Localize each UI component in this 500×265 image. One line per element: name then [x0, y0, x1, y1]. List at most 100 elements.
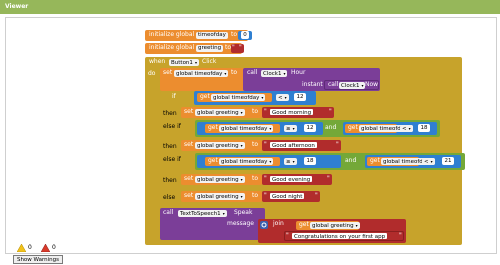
component-dropdown[interactable]: Clock1 ▾ [339, 82, 366, 89]
if-label: if [172, 93, 176, 100]
and-dropdown[interactable]: and [345, 157, 356, 165]
and-block-1[interactable]: get global timeofday ▾ ≥ ▾ 12 and get glob… [195, 120, 440, 137]
set-greeting-block[interactable]: set global greeting ▾ to [181, 140, 262, 151]
text-good-afternoon[interactable]: " Good afternoon " [262, 140, 341, 151]
to-label: to [252, 175, 259, 182]
when-label: when [149, 58, 166, 65]
var-name-field[interactable]: timeofday [196, 32, 228, 39]
init-global-greeting-block[interactable]: initialize global greeting to " " [145, 43, 244, 54]
get-label: get [299, 221, 309, 228]
component-dropdown[interactable]: TextToSpeech1 ▾ [178, 210, 227, 217]
then-label: then [163, 143, 177, 150]
var-dropdown[interactable]: global greeting ▾ [195, 193, 245, 200]
number-value[interactable]: 12 [304, 124, 316, 132]
op-dropdown[interactable]: < ▾ [276, 94, 289, 101]
op-dropdown[interactable]: < ▾ [422, 158, 435, 165]
number-value[interactable]: 0 [241, 31, 249, 39]
number-block[interactable]: 18 [415, 124, 433, 133]
compare-lt-18[interactable]: get global timeofday▾ <▾ 18 [343, 122, 437, 135]
var-dropdown[interactable]: global timeofday▾ [174, 70, 229, 77]
quote-open: " [286, 232, 289, 239]
var-dropdown[interactable]: global timeofday▾ [219, 158, 274, 165]
do-label: do [148, 70, 156, 77]
component-dropdown[interactable]: Clock1 ▾ [261, 70, 288, 77]
op-dropdown[interactable]: ≥ ▾ [284, 158, 297, 165]
set-greeting-block[interactable]: set global greeting ▾ to [181, 174, 262, 185]
compare-lt-21[interactable]: get global timeofday▾ <▾ 21 [365, 155, 461, 168]
text-congrats[interactable]: " Congratulations on your first app " [284, 231, 404, 241]
quote-close: " [399, 232, 402, 239]
join-block[interactable]: join get global greeting ▾ " Congratulati… [258, 219, 406, 243]
and-block-2[interactable]: get global timeofday ▾ ≥ ▾ 18 and get glob… [195, 153, 465, 170]
gear-icon[interactable] [260, 221, 268, 229]
else-label: else [163, 194, 176, 201]
method-name: Hour [291, 69, 306, 76]
number-block[interactable]: 18 [301, 157, 319, 166]
number-value[interactable]: 21 [442, 157, 454, 165]
get-timeofday-block[interactable]: get global timeofday▾ [367, 157, 436, 166]
var-dropdown[interactable]: global timeofday▾ [211, 94, 266, 101]
and-dropdown[interactable]: and [325, 124, 336, 132]
to-label: to [252, 192, 259, 199]
quote-close: " [329, 108, 332, 115]
call-clock-now-block[interactable]: call Clock1 ▾ Now [324, 80, 379, 90]
get-label: get [208, 124, 218, 131]
var-dropdown[interactable]: global timeofday▾ [219, 125, 274, 132]
var-dropdown[interactable]: global greeting ▾ [195, 176, 245, 183]
warning-count: 0 [28, 244, 32, 251]
text-good-morning[interactable]: " Good morning " [262, 107, 334, 118]
get-label: get [348, 124, 358, 131]
text-good-evening[interactable]: " Good evening " [262, 174, 332, 185]
set-greeting-block[interactable]: set global greeting ▾ to [181, 107, 262, 118]
init-global-timeofday-block[interactable]: initialize global timeofday to 0 [145, 30, 252, 41]
if-row[interactable]: if [160, 92, 198, 104]
text-good-night[interactable]: " Good night " [262, 191, 320, 202]
show-warnings-button[interactable]: Show Warnings [13, 255, 63, 264]
viewer-title-bar: Viewer [0, 0, 500, 14]
call-tts-speak-block[interactable]: call TextToSpeech1 ▾ Speak message [160, 208, 265, 240]
quote-close: " [315, 192, 318, 199]
var-dropdown[interactable]: global greeting ▾ [195, 142, 245, 149]
number-block[interactable]: 12 [291, 93, 309, 102]
compare-ge-12[interactable]: get global timeofday ▾ ≥ ▾ 12 [197, 122, 323, 135]
get-timeofday-block[interactable]: get global timeofday▾ [205, 124, 280, 133]
var-dropdown[interactable]: global greeting ▾ [195, 109, 245, 116]
get-timeofday-block[interactable]: get global timeofday▾ [197, 93, 272, 102]
set-label: set [184, 108, 194, 115]
set-label: set [163, 69, 173, 76]
compare-lt-12[interactable]: get global timeofday ▾ < ▾ 12 [194, 91, 316, 105]
var-name-field[interactable]: greeting [196, 45, 224, 52]
quote-close: " [336, 141, 339, 148]
component-dropdown[interactable]: Button1 ▾ [169, 59, 199, 66]
get-timeofday-block[interactable]: get global timeofday▾ [345, 124, 414, 133]
text-value[interactable]: Congratulations on your first app [291, 232, 389, 240]
var-dropdown[interactable]: global greeting ▾ [310, 222, 360, 229]
text-value[interactable]: Good morning [269, 108, 315, 116]
empty-text-block[interactable]: " " [231, 44, 244, 53]
number-block[interactable]: 21 [439, 157, 457, 166]
call-label: call [247, 69, 258, 76]
join-label: join [273, 220, 284, 227]
number-value[interactable]: 12 [294, 93, 306, 101]
get-timeofday-block[interactable]: get global timeofday▾ [205, 157, 280, 166]
compare-ge-18[interactable]: get global timeofday ▾ ≥ ▾ 18 [197, 155, 341, 168]
get-label: get [200, 93, 210, 100]
then-label: then [163, 110, 177, 117]
number-value[interactable]: 18 [418, 124, 430, 132]
to-label: to [231, 31, 238, 38]
text-value[interactable]: Good afternoon [269, 141, 318, 149]
quote-close: " [327, 175, 330, 182]
set-greeting-block[interactable]: set global greeting ▾ to [181, 191, 262, 202]
number-block[interactable]: 12 [301, 124, 319, 133]
number-block[interactable]: 0 [238, 31, 252, 40]
then-label: then [163, 177, 177, 184]
number-value[interactable]: 18 [304, 157, 316, 165]
quote-open: " [232, 44, 235, 51]
method-name: Speak [234, 209, 253, 216]
set-label: set [184, 192, 194, 199]
op-dropdown[interactable]: ≥ ▾ [284, 125, 297, 132]
op-dropdown[interactable]: < ▾ [400, 125, 413, 132]
text-value[interactable]: Good night [269, 192, 306, 200]
text-value[interactable]: Good evening [269, 175, 314, 183]
get-greeting-block[interactable]: get global greeting ▾ [296, 221, 360, 230]
